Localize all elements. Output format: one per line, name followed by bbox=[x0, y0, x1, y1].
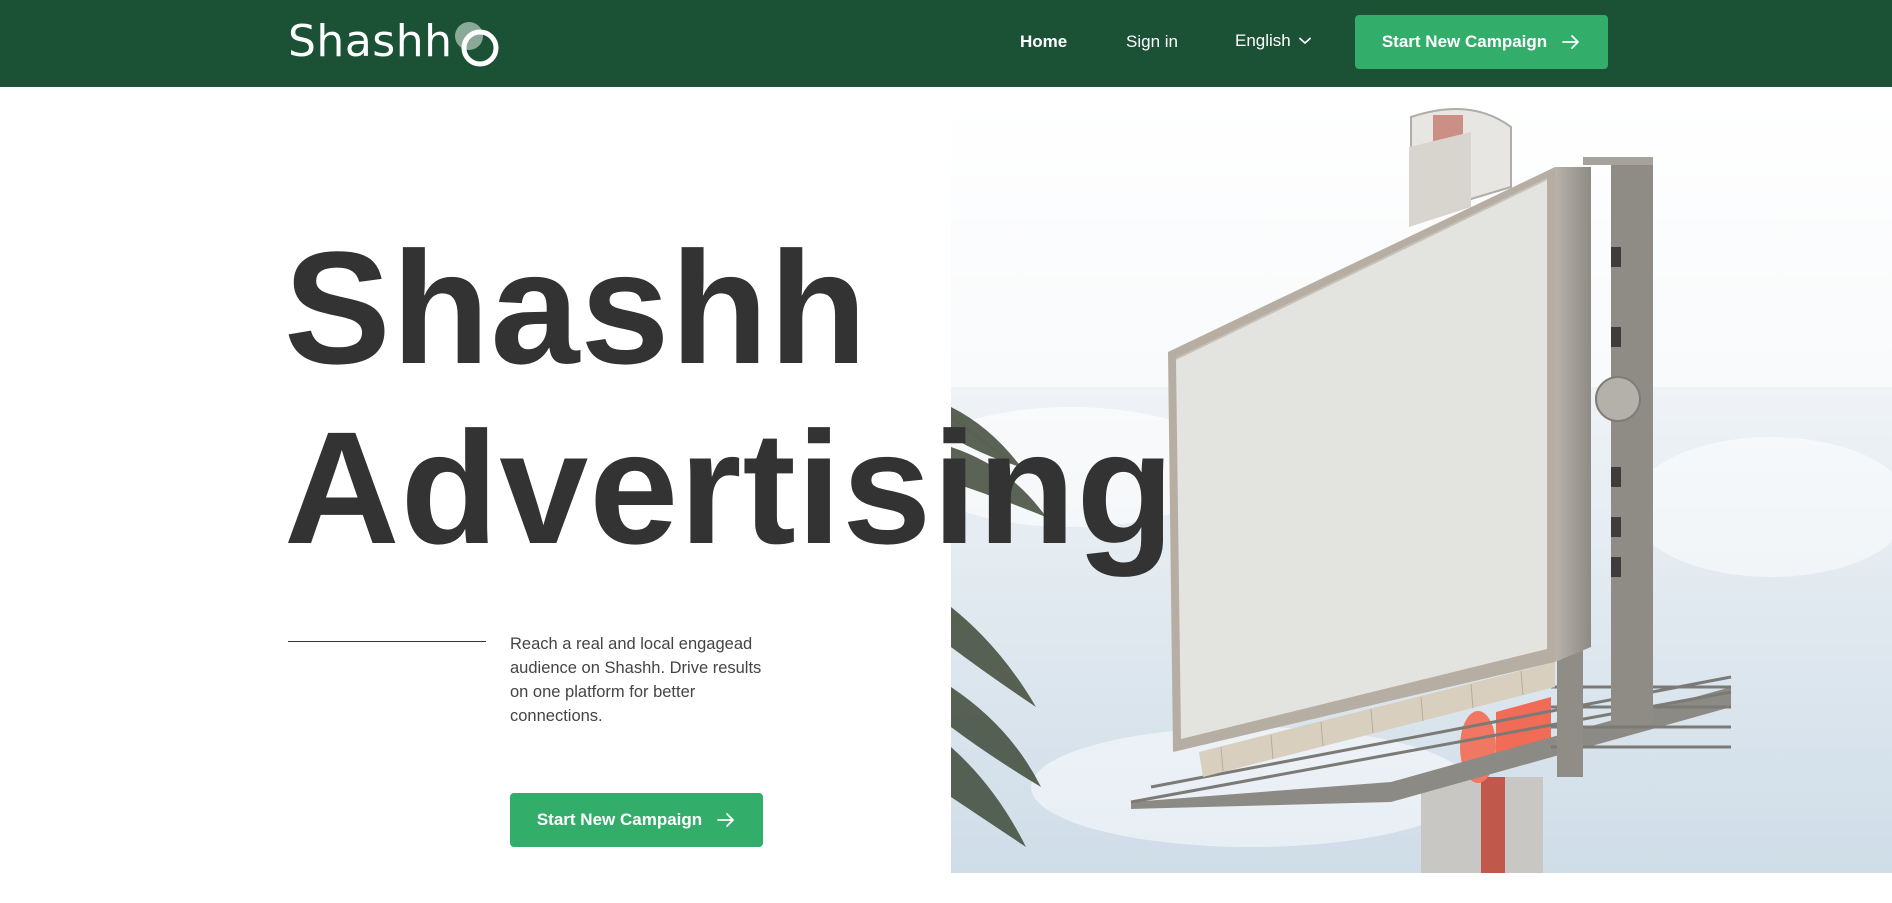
nav-start-campaign-button[interactable]: Start New Campaign bbox=[1355, 15, 1608, 69]
hero-start-campaign-label: Start New Campaign bbox=[536, 810, 703, 829]
language-select[interactable]: English bbox=[1235, 27, 1311, 55]
hero-title: Shashh Advertising bbox=[284, 218, 1175, 578]
arrow-right-icon bbox=[716, 812, 736, 828]
nav-signin-link[interactable]: Sign in bbox=[1126, 28, 1178, 56]
top-navbar: Shashh Home Sign in English Start New Ca… bbox=[0, 0, 1892, 87]
hero-title-line-2: Advertising bbox=[284, 398, 1176, 577]
logo-mark-icon bbox=[453, 20, 501, 68]
language-label: English bbox=[1235, 31, 1291, 50]
arrow-right-icon bbox=[1561, 34, 1581, 50]
hero-description: Reach a real and local engagead audience… bbox=[510, 635, 762, 725]
brand-logo[interactable]: Shashh bbox=[288, 14, 501, 70]
nav-home-link[interactable]: Home bbox=[1020, 28, 1067, 56]
hero-title-line-1: Shashh bbox=[284, 218, 868, 397]
hero-start-campaign-button[interactable]: Start New Campaign bbox=[510, 793, 763, 847]
chevron-down-icon bbox=[1298, 37, 1311, 44]
nav-start-campaign-label: Start New Campaign bbox=[1381, 32, 1548, 51]
logo-wordmark: Shashh bbox=[288, 16, 453, 67]
hero-divider bbox=[288, 641, 486, 642]
